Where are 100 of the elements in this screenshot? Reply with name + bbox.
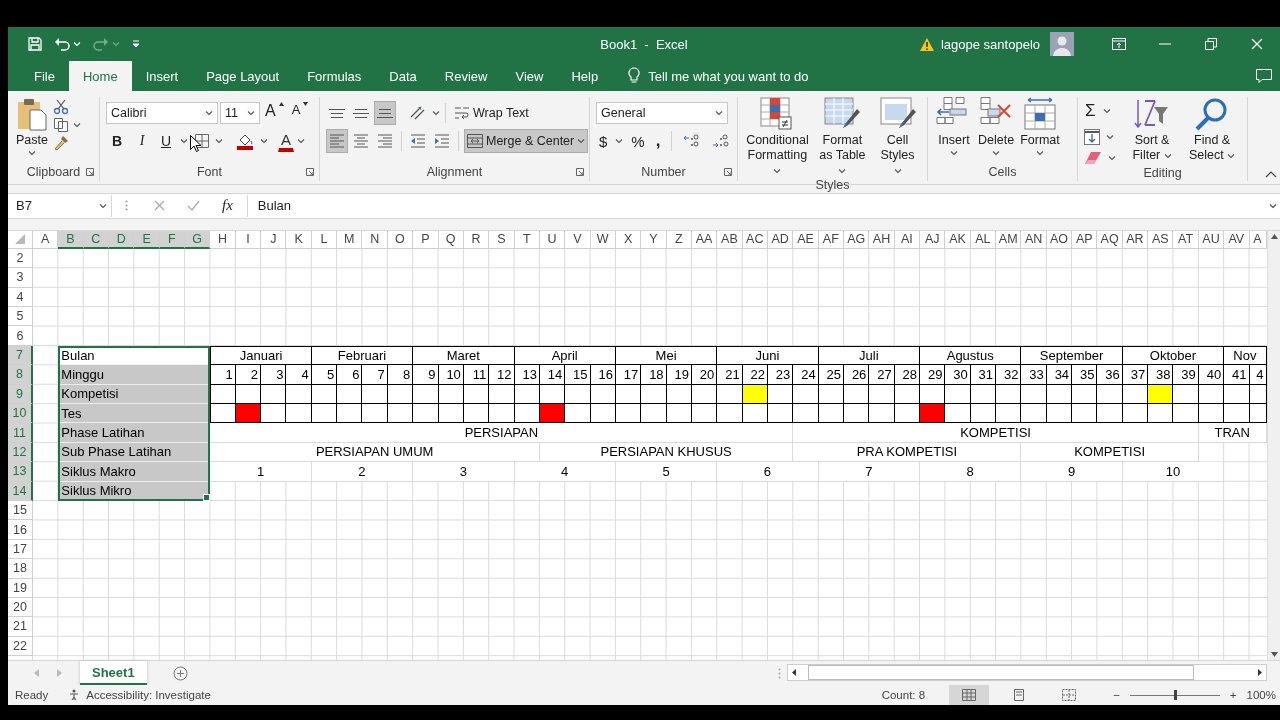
column-header[interactable]: AU [1198, 230, 1225, 249]
column-header[interactable]: AH [869, 230, 895, 249]
cells-button[interactable]: Insert [934, 97, 974, 156]
column-header[interactable]: Q [438, 230, 464, 249]
column-header[interactable]: AO [1046, 230, 1073, 249]
scroll-thumb[interactable] [808, 665, 1194, 681]
row-header[interactable]: 16 [8, 520, 33, 540]
ribbon-tab[interactable]: File [20, 61, 69, 91]
column-header[interactable]: P [413, 230, 439, 249]
bold-button[interactable]: B [106, 129, 128, 153]
row-header[interactable]: 18 [8, 559, 33, 579]
cells-button[interactable]: Delete [976, 97, 1017, 156]
fill-down-icon[interactable] [1084, 129, 1100, 145]
column-header[interactable]: W [590, 230, 616, 249]
styles-button[interactable]: Conditional Formatting [744, 97, 811, 178]
zoom-slider-thumb[interactable] [1173, 689, 1177, 700]
row-header[interactable]: 21 [8, 617, 33, 637]
editing-button[interactable]: Find & Select [1183, 97, 1241, 163]
increase-font-size-button[interactable]: A [262, 101, 287, 125]
font-name-field[interactable]: Calibri [106, 102, 218, 124]
format-painter-icon[interactable] [52, 135, 69, 151]
column-header[interactable]: AK [945, 230, 971, 249]
column-header[interactable]: AA [691, 230, 718, 249]
caret-icon[interactable] [838, 168, 847, 174]
caret-icon[interactable] [205, 110, 213, 116]
drag-handle-icon[interactable] [124, 200, 128, 212]
column-header[interactable]: AR [1122, 230, 1149, 249]
caret-icon[interactable] [1035, 150, 1044, 156]
cut-icon[interactable] [52, 99, 69, 115]
save-icon[interactable] [28, 37, 42, 51]
user-name[interactable]: lagope santopelo [940, 36, 1040, 52]
insert-function-button[interactable]: fx [222, 197, 233, 215]
scroll-down-icon[interactable] [1270, 652, 1278, 658]
column-header[interactable]: AV [1224, 230, 1250, 249]
comment-icon[interactable] [1256, 69, 1272, 83]
scroll-up-icon[interactable] [1270, 233, 1278, 239]
column-header[interactable]: AF [818, 230, 844, 249]
caret-icon[interactable] [615, 138, 624, 144]
comma-button[interactable]: , [652, 129, 664, 153]
column-header[interactable]: U [539, 230, 566, 249]
dialog-launcher-icon[interactable] [724, 168, 732, 176]
zoom-out-button[interactable]: − [1113, 689, 1120, 702]
zoom-level[interactable]: 100% [1246, 689, 1280, 702]
number-format-field[interactable]: General [596, 102, 728, 124]
caret-icon[interactable] [1163, 153, 1172, 159]
paste-button[interactable]: Paste [14, 97, 50, 156]
styles-button[interactable]: Cell Styles [874, 97, 921, 178]
lightbulb-icon[interactable] [628, 67, 641, 85]
underline-button[interactable]: U [156, 129, 176, 153]
cells-button[interactable]: Format [1018, 97, 1062, 156]
column-header[interactable]: T [514, 230, 540, 249]
column-header[interactable]: C [83, 230, 110, 249]
caret-icon[interactable] [1106, 134, 1114, 140]
column-header[interactable]: AG [844, 230, 870, 249]
ribbon-tab[interactable]: Data [375, 61, 431, 91]
caret-icon[interactable] [28, 150, 36, 156]
caret-icon[interactable] [1102, 108, 1111, 114]
row-header[interactable]: 13 [8, 462, 33, 482]
add-sheet-icon[interactable] [172, 665, 188, 681]
column-header[interactable]: AB [717, 230, 743, 249]
row-header[interactable]: 6 [8, 326, 33, 346]
column-header[interactable]: AT [1173, 230, 1199, 249]
dialog-launcher-icon[interactable] [86, 168, 94, 176]
caret-icon[interactable] [893, 168, 902, 174]
caret-icon[interactable] [247, 110, 255, 116]
editing-button[interactable]: Sort & Filter [1125, 97, 1180, 163]
caret-icon[interactable] [715, 110, 723, 116]
column-header[interactable]: AE [793, 230, 819, 249]
accessibility-status[interactable]: Accessibility: Investigate [86, 689, 211, 702]
zoom-in-button[interactable]: + [1229, 689, 1237, 702]
caret-icon[interactable] [297, 138, 305, 144]
customize-icon[interactable] [132, 40, 140, 48]
dialog-launcher-icon[interactable] [576, 168, 584, 176]
ribbon-tab[interactable]: View [501, 61, 558, 91]
column-header[interactable]: F [159, 230, 186, 249]
column-header[interactable]: G [185, 230, 211, 249]
column-header[interactable]: AL [970, 230, 997, 249]
column-header[interactable]: AM [996, 230, 1022, 249]
column-header[interactable]: Z [666, 230, 692, 249]
caret-icon[interactable] [950, 150, 958, 156]
collapse-ribbon-icon[interactable] [1265, 171, 1277, 178]
column-header[interactable]: AI [894, 230, 921, 249]
row-header[interactable]: 8 [8, 365, 33, 385]
row-header[interactable]: 11 [8, 423, 33, 443]
column-header[interactable]: AS [1148, 230, 1174, 249]
column-header[interactable]: V [565, 230, 591, 249]
column-header[interactable]: D [109, 230, 135, 249]
wrap-text-button[interactable]: Wrap Text [451, 101, 532, 125]
column-header[interactable]: S [489, 230, 515, 249]
column-header[interactable]: K [286, 230, 312, 249]
column-header[interactable]: M [337, 230, 363, 249]
italic-button[interactable]: I [132, 129, 152, 153]
column-header[interactable]: A [33, 230, 59, 249]
column-header[interactable]: L [311, 230, 338, 249]
column-header[interactable]: N [362, 230, 388, 249]
font-size-field[interactable]: 11 [220, 102, 260, 124]
row-header[interactable]: 3 [8, 268, 33, 288]
dialog-launcher-icon[interactable] [306, 168, 314, 176]
column-header[interactable]: AN [1021, 230, 1047, 249]
column-header[interactable]: AQ [1097, 230, 1123, 249]
